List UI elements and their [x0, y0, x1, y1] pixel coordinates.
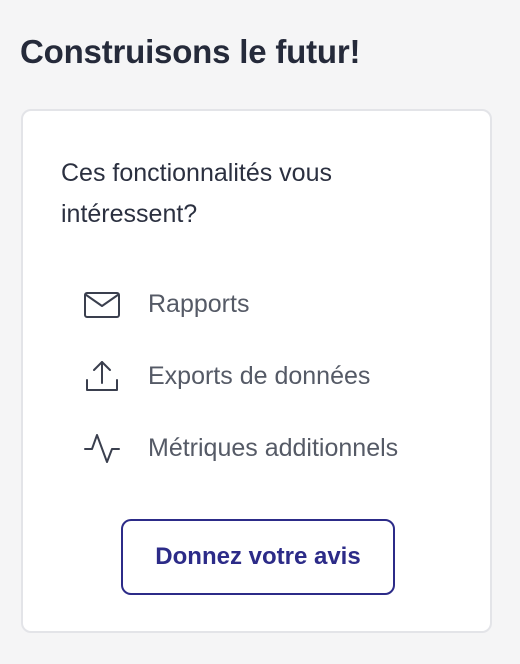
feature-label: Métriques additionnels	[148, 433, 399, 462]
feature-item-metriques: Métriques additionnels	[83, 429, 398, 467]
activity-icon	[83, 429, 123, 467]
card-question: Ces fonctionnalités vous intéressent?	[61, 159, 332, 228]
give-feedback-button[interactable]: Donnez votre avis	[121, 519, 395, 595]
feature-label: Rapports	[148, 289, 250, 318]
feature-list: Rapports Exports de données Métriques ad…	[83, 285, 398, 501]
feature-item-exports: Exports de données	[83, 357, 398, 395]
envelope-icon	[83, 285, 123, 323]
feature-item-rapports: Rapports	[83, 285, 398, 323]
page-title: Construisons le futur!	[20, 33, 361, 70]
feature-label: Exports de données	[148, 361, 371, 390]
feature-feedback-card: Ces fonctionnalités vous intéressent? Ra…	[21, 109, 492, 633]
upload-icon	[83, 357, 123, 395]
